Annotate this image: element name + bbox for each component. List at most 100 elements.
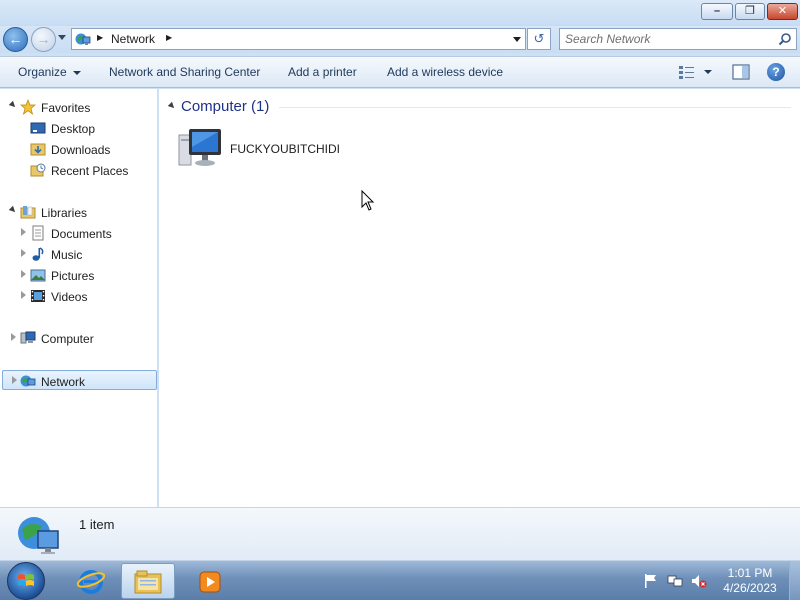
- refresh-icon: ↺: [533, 31, 545, 46]
- nav-label: Downloads: [51, 143, 111, 157]
- restore-icon: ❐: [745, 5, 755, 17]
- videos-icon: [31, 290, 45, 302]
- preview-pane-icon[interactable]: [732, 64, 750, 80]
- chevron-down-icon[interactable]: [513, 37, 521, 42]
- internet-explorer-icon: [77, 570, 105, 594]
- expand-arrow-icon[interactable]: [21, 291, 26, 299]
- nav-network[interactable]: Network: [2, 370, 157, 390]
- clock-time: 1:01 PM: [727, 566, 773, 580]
- forward-arrow-icon: →: [36, 31, 51, 47]
- downloads-folder-icon: [30, 143, 46, 156]
- nav-pictures[interactable]: Pictures: [0, 265, 158, 285]
- start-button[interactable]: [7, 562, 45, 600]
- organize-label: Organize: [18, 65, 67, 79]
- nav-favorites[interactable]: Favorites: [0, 97, 158, 117]
- pictures-icon: [30, 269, 46, 282]
- organize-menu[interactable]: Organize: [18, 65, 81, 79]
- item-count: 1 item: [79, 517, 115, 532]
- nav-videos[interactable]: Videos: [0, 286, 158, 306]
- back-button[interactable]: ←: [3, 27, 28, 52]
- nav-documents[interactable]: Documents: [0, 223, 158, 243]
- nav-label: Network: [41, 375, 86, 389]
- libraries-icon: [20, 206, 36, 219]
- add-printer-button[interactable]: Add a printer: [288, 65, 357, 79]
- nav-label: Videos: [51, 290, 88, 304]
- media-player-icon: [199, 571, 221, 593]
- nav-music[interactable]: Music: [0, 244, 158, 264]
- nav-label: Favorites: [41, 101, 91, 115]
- recent-places-icon: [30, 163, 46, 177]
- command-bar: Organize Network and Sharing Center Add …: [0, 56, 800, 88]
- help-button[interactable]: ?: [767, 63, 785, 81]
- back-arrow-icon: ←: [8, 31, 23, 47]
- clock-date: 4/26/2023: [723, 581, 777, 595]
- nav-label: Recent Places: [51, 164, 129, 178]
- group-header-computer[interactable]: Computer (1): [181, 98, 269, 115]
- expand-arrow-icon[interactable]: [8, 205, 18, 215]
- change-view-icon[interactable]: [678, 64, 696, 80]
- documents-icon: [32, 225, 44, 241]
- address-bar[interactable]: ▶ Network ▶: [71, 28, 526, 50]
- nav-desktop[interactable]: Desktop: [0, 118, 158, 138]
- nav-downloads[interactable]: Downloads: [0, 139, 158, 159]
- nav-libraries[interactable]: Libraries: [0, 202, 158, 222]
- minimize-button[interactable]: –: [701, 3, 733, 20]
- expand-arrow-icon[interactable]: [12, 376, 17, 384]
- expand-arrow-icon[interactable]: [8, 100, 18, 110]
- view-options-dropdown[interactable]: [704, 70, 712, 74]
- folder-icon: [134, 570, 162, 594]
- close-button[interactable]: ✕: [767, 3, 798, 20]
- refresh-button[interactable]: ↺: [527, 28, 551, 50]
- navigation-pane: Favorites Desktop Downloads Recent Place…: [0, 89, 158, 507]
- nav-label: Pictures: [51, 269, 95, 283]
- taskbar-internet-explorer[interactable]: [64, 563, 118, 599]
- collapse-group-icon[interactable]: [167, 101, 177, 111]
- music-note-icon: [32, 247, 44, 261]
- breadcrumb-arrow-icon[interactable]: ▶: [97, 33, 103, 42]
- address-row: ← → ▶ Network ▶ ↺: [0, 26, 800, 53]
- expand-arrow-icon[interactable]: [11, 333, 16, 341]
- breadcrumb-arrow-icon[interactable]: ▶: [166, 33, 172, 42]
- search-icon[interactable]: [778, 32, 792, 46]
- action-center-flag-icon[interactable]: [643, 573, 659, 589]
- title-bar: – ❐ ✕: [0, 0, 800, 26]
- expand-arrow-icon[interactable]: [21, 270, 26, 278]
- network-icon: [18, 517, 59, 554]
- nav-label: Documents: [51, 227, 112, 241]
- mouse-cursor-icon: [361, 190, 375, 211]
- nav-label: Music: [51, 248, 83, 262]
- search-box[interactable]: [559, 28, 797, 50]
- taskbar: 1:01 PM 4/26/2023: [0, 560, 800, 600]
- maximize-button[interactable]: ❐: [735, 3, 765, 20]
- forward-button[interactable]: →: [31, 27, 56, 52]
- chevron-down-icon: [72, 70, 81, 75]
- nav-recent-places[interactable]: Recent Places: [0, 160, 158, 180]
- network-icon: [20, 375, 36, 387]
- system-clock[interactable]: 1:01 PM 4/26/2023: [716, 566, 784, 596]
- computer-name: FUCKYOUBITCHIDI: [230, 142, 341, 156]
- expand-arrow-icon[interactable]: [21, 228, 26, 236]
- volume-muted-icon[interactable]: [691, 573, 707, 589]
- breadcrumb-network[interactable]: Network: [111, 32, 155, 46]
- star-icon: [20, 99, 36, 115]
- taskbar-windows-explorer[interactable]: [121, 563, 175, 599]
- taskbar-media-player[interactable]: [183, 563, 237, 599]
- nav-label: Computer: [41, 332, 94, 346]
- search-input[interactable]: [565, 31, 770, 47]
- group-divider: [279, 107, 791, 108]
- network-icon: [75, 33, 91, 45]
- network-computer-item[interactable]: FUCKYOUBITCHIDI: [177, 125, 357, 171]
- expand-arrow-icon[interactable]: [21, 249, 26, 257]
- recent-pages-dropdown[interactable]: [58, 35, 66, 40]
- network-status-icon[interactable]: [667, 573, 683, 589]
- minimize-icon: –: [713, 5, 721, 17]
- computer-icon: [178, 129, 221, 166]
- nav-label: Desktop: [51, 122, 96, 136]
- nav-label: Libraries: [41, 206, 88, 220]
- show-desktop-button[interactable]: [789, 561, 800, 600]
- desktop-icon: [30, 122, 46, 134]
- nav-computer[interactable]: Computer: [0, 328, 158, 348]
- add-wireless-device-button[interactable]: Add a wireless device: [387, 65, 503, 79]
- network-sharing-center-button[interactable]: Network and Sharing Center: [109, 65, 260, 79]
- close-icon: ✕: [777, 5, 788, 17]
